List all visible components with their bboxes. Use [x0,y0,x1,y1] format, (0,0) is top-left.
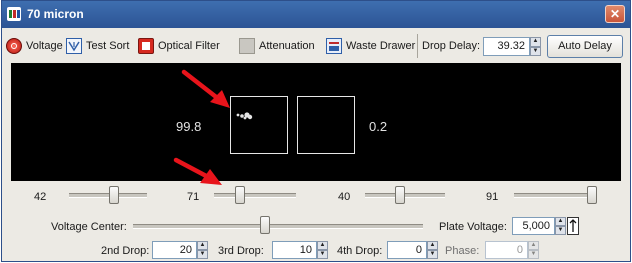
slider-4-track[interactable] [514,193,596,198]
phase-label: Phase: [445,245,480,257]
spinner-up-icon[interactable]: ▲ [197,241,208,250]
toolbar-separator [417,34,418,58]
spinner-down-icon[interactable]: ▼ [427,250,438,259]
auto-delay-button[interactable]: Auto Delay [547,35,623,58]
spinner-down-icon[interactable]: ▼ [555,226,566,235]
attenuation-label: Attenuation [259,40,315,52]
drop-delay-input[interactable]: 39.32 [483,37,530,56]
spinner-up-icon[interactable]: ▲ [528,241,539,250]
optical-filter-icon [138,38,154,54]
toolbar: Voltage Test Sort Optical Filter Attenua… [2,30,630,61]
slider-2-value: 71 [187,191,200,203]
slider-1-track[interactable] [69,193,147,198]
attenuation-icon [239,38,255,54]
sort-window: 70 micron ✕ Voltage Test Sort Optical Fi… [1,0,631,262]
phase-input[interactable]: 0 [485,241,528,259]
test-sort-label: Test Sort [86,40,130,52]
drop-delay-spinner[interactable]: ▲ ▼ [530,37,541,56]
waste-drawer-icon [326,38,342,54]
fourth-drop-input[interactable]: 0 [387,241,427,259]
voltage-center-track[interactable] [133,224,423,229]
right-gate-percent: 0.2 [369,119,388,134]
right-gate-box[interactable] [297,96,355,154]
annotation-arrow-gate [181,69,230,108]
third-drop-spinner[interactable]: ▲ ▼ [317,241,328,259]
second-drop-spinner[interactable]: ▲ ▼ [197,241,208,259]
slider-4-value: 91 [486,191,499,203]
window-title: 70 micron [27,7,84,21]
phase-spinner[interactable]: ▲ ▼ [528,241,539,259]
spinner-up-icon[interactable]: ▲ [317,241,328,250]
second-drop-label: 2nd Drop: [101,245,150,257]
fourth-drop-label: 4th Drop: [337,245,383,257]
slider-2-thumb[interactable] [235,186,245,204]
spinner-down-icon[interactable]: ▼ [530,46,541,56]
attenuation-button[interactable]: Attenuation [239,37,315,55]
plate-voltage-lock-icon[interactable] [567,217,579,235]
left-gate-percent: 99.8 [176,119,202,134]
slider-3-thumb[interactable] [395,186,405,204]
spinner-up-icon[interactable]: ▲ [427,241,438,250]
optical-filter-label: Optical Filter [158,40,220,52]
plate-voltage-label: Plate Voltage: [439,221,507,233]
spinner-down-icon[interactable]: ▼ [317,250,328,259]
slider-3-value: 40 [338,191,351,203]
voltage-center-thumb[interactable] [260,216,270,234]
title-bar[interactable]: 70 micron ✕ [2,1,630,28]
spinner-down-icon[interactable]: ▼ [528,250,539,259]
voltage-label: Voltage [26,40,63,52]
voltage-icon [6,38,22,54]
third-drop-input[interactable]: 10 [272,241,317,259]
waste-drawer-button[interactable]: Waste Drawer [326,37,415,55]
voltage-center-label: Voltage Center: [51,221,127,233]
app-icon [7,7,21,21]
drop-delay-label: Drop Delay: [422,40,481,52]
spinner-up-icon[interactable]: ▲ [530,37,541,47]
test-sort-button[interactable]: Test Sort [66,37,129,55]
plate-voltage-input[interactable]: 5,000 [512,217,555,235]
voltage-button[interactable]: Voltage [6,37,63,55]
spinner-down-icon[interactable]: ▼ [197,250,208,259]
fourth-drop-spinner[interactable]: ▲ ▼ [427,241,438,259]
slider-4-thumb[interactable] [587,186,597,204]
slider-3-track[interactable] [365,193,445,198]
third-drop-label: 3rd Drop: [218,245,264,257]
test-sort-icon [66,38,82,54]
second-drop-input[interactable]: 20 [152,241,197,259]
plate-voltage-spinner[interactable]: ▲ ▼ [555,217,566,235]
slider-1-value: 42 [34,191,47,203]
close-button[interactable]: ✕ [605,5,625,23]
slider-2-track[interactable] [214,193,296,198]
waste-drawer-label: Waste Drawer [346,40,416,52]
slider-1-thumb[interactable] [109,186,119,204]
annotation-arrow-slider [173,157,222,185]
optical-filter-button[interactable]: Optical Filter [138,37,220,55]
sort-gate-plot: 99.8 0.2 [11,63,621,181]
spinner-up-icon[interactable]: ▲ [555,217,566,226]
